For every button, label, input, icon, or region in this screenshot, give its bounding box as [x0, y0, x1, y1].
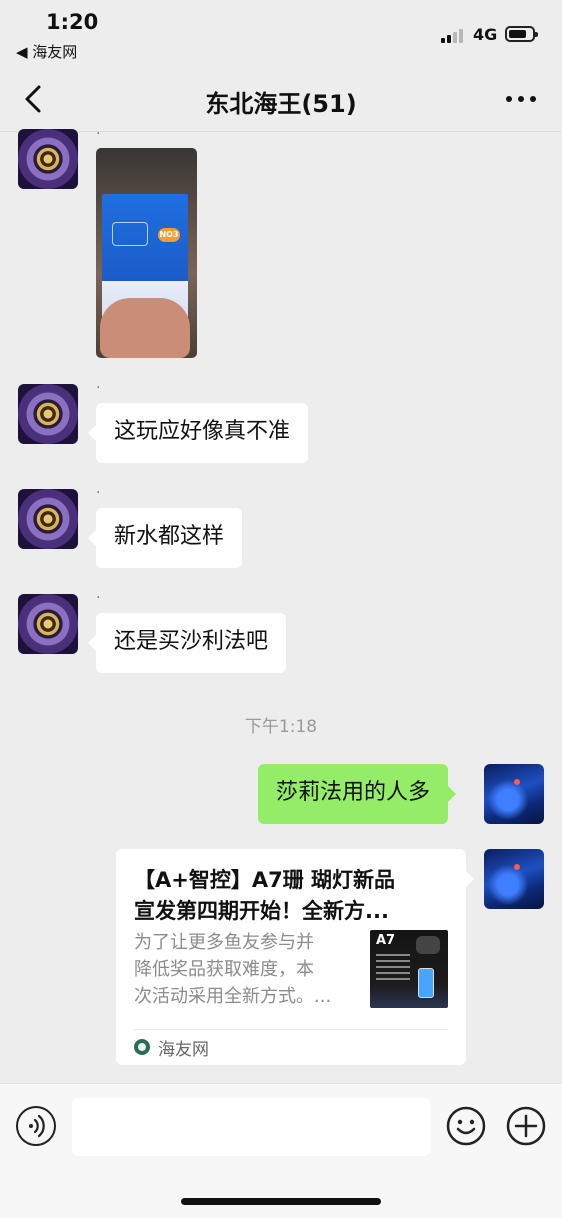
- sender-avatar[interactable]: [18, 129, 78, 189]
- more-options-icon[interactable]: [506, 96, 536, 102]
- text-message[interactable]: 新水都这样: [87, 508, 243, 568]
- status-time: 1:20: [46, 10, 99, 34]
- no3-label: NO3: [158, 228, 180, 242]
- network-type: 4G: [473, 25, 498, 44]
- link-card-description: 为了让更多鱼友参与并 降低奖品获取难度，本 次活动采用全新方式。...: [134, 932, 332, 1007]
- card-divider: [134, 1029, 448, 1030]
- my-avatar[interactable]: [484, 764, 544, 824]
- message-input[interactable]: [72, 1098, 430, 1156]
- message-timestamp: 下午1:18: [244, 717, 318, 737]
- emoji-icon[interactable]: [446, 1106, 486, 1146]
- back-to-app-link[interactable]: ◀ 海友网: [16, 41, 77, 62]
- voice-icon[interactable]: [16, 1106, 56, 1146]
- sender-name: ·: [96, 590, 101, 606]
- status-bar: 1:20 ◀ 海友网 4G: [0, 0, 562, 66]
- image-message[interactable]: NO3: [96, 148, 197, 358]
- text-message[interactable]: 还是买沙利法吧: [87, 613, 287, 673]
- my-text-message[interactable]: 莎莉法用的人多: [258, 764, 457, 824]
- link-card-source: 海友网: [158, 1040, 209, 1060]
- battery-icon: [505, 26, 538, 42]
- chat-header: 东北海王(51): [0, 66, 562, 132]
- plus-icon[interactable]: [506, 1106, 546, 1146]
- sender-name: ·: [96, 485, 101, 501]
- cellular-signal-icon: [441, 27, 467, 43]
- home-indicator[interactable]: [181, 1198, 381, 1205]
- link-card-title: 【A+智控】A7珊 瑚灯新品 宣发第四期开始！全新方...: [134, 868, 396, 923]
- sender-name: ·: [96, 126, 101, 142]
- text-message[interactable]: 这玩应好像真不准: [87, 403, 309, 463]
- source-app-icon: [134, 1039, 150, 1055]
- thumbnail-title: A7: [376, 933, 396, 948]
- sender-avatar[interactable]: [18, 594, 78, 654]
- chat-title: 东北海王(51): [205, 90, 357, 118]
- link-card-thumbnail: A7: [370, 930, 448, 1008]
- my-avatar[interactable]: [484, 849, 544, 909]
- sender-name: ·: [96, 380, 101, 396]
- sender-avatar[interactable]: [18, 489, 78, 549]
- link-card-message[interactable]: 【A+智控】A7珊 瑚灯新品 宣发第四期开始！全新方... 为了让更多鱼友参与并…: [116, 849, 474, 1065]
- sender-avatar[interactable]: [18, 384, 78, 444]
